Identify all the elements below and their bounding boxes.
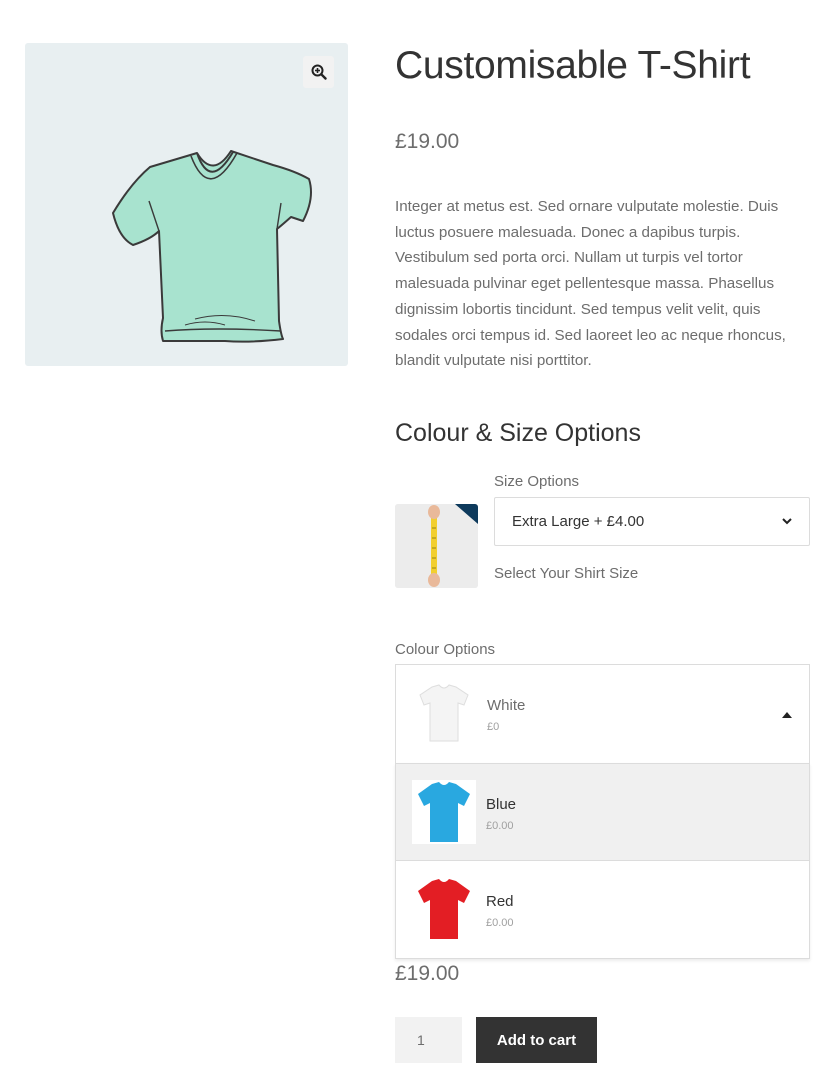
zoom-in-icon	[311, 64, 327, 80]
colour-option-blue[interactable]: Blue £0.00	[396, 764, 809, 861]
size-option-image	[395, 504, 478, 588]
option-price: £0.00	[486, 917, 514, 929]
colour-select[interactable]: White £0	[395, 664, 810, 764]
add-to-cart-button[interactable]: Add to cart	[476, 1017, 597, 1063]
option-price: £0.00	[486, 820, 514, 832]
red-shirt-icon	[418, 879, 470, 939]
size-selected-value: Extra Large + £4.00	[512, 513, 645, 530]
product-image[interactable]	[25, 43, 348, 366]
size-select[interactable]: Extra Large + £4.00	[494, 497, 810, 546]
blue-shirt-icon	[418, 782, 470, 842]
colour-selected-price: £0	[487, 721, 500, 733]
quantity-input[interactable]	[395, 1017, 462, 1063]
white-shirt-icon	[419, 684, 469, 742]
options-heading: Colour & Size Options	[395, 419, 641, 447]
total-price: £19.00	[395, 962, 460, 985]
product-description: Integer at metus est. Sed ornare vulputa…	[395, 198, 786, 370]
colour-dropdown: Blue £0.00 Red £0.00	[395, 763, 810, 959]
product-price: £19.00	[395, 130, 460, 153]
option-label: Red	[486, 893, 514, 910]
colour-options-label: Colour Options	[395, 641, 496, 658]
product-title: Customisable T-Shirt	[395, 44, 751, 87]
size-help-text: Select Your Shirt Size	[494, 565, 639, 582]
blue-shirt-image	[412, 780, 476, 844]
colour-option-red[interactable]: Red £0.00	[396, 861, 809, 958]
option-label: Blue	[486, 796, 517, 813]
zoom-button[interactable]	[303, 56, 334, 88]
colour-selected-name: White	[487, 697, 526, 714]
red-shirt-image	[412, 877, 476, 941]
size-options-label: Size Options	[494, 473, 580, 490]
chevron-down-icon	[782, 518, 792, 525]
tape-measure-icon	[395, 504, 478, 588]
tshirt-sketch-icon	[112, 150, 312, 343]
caret-up-icon	[782, 712, 792, 718]
